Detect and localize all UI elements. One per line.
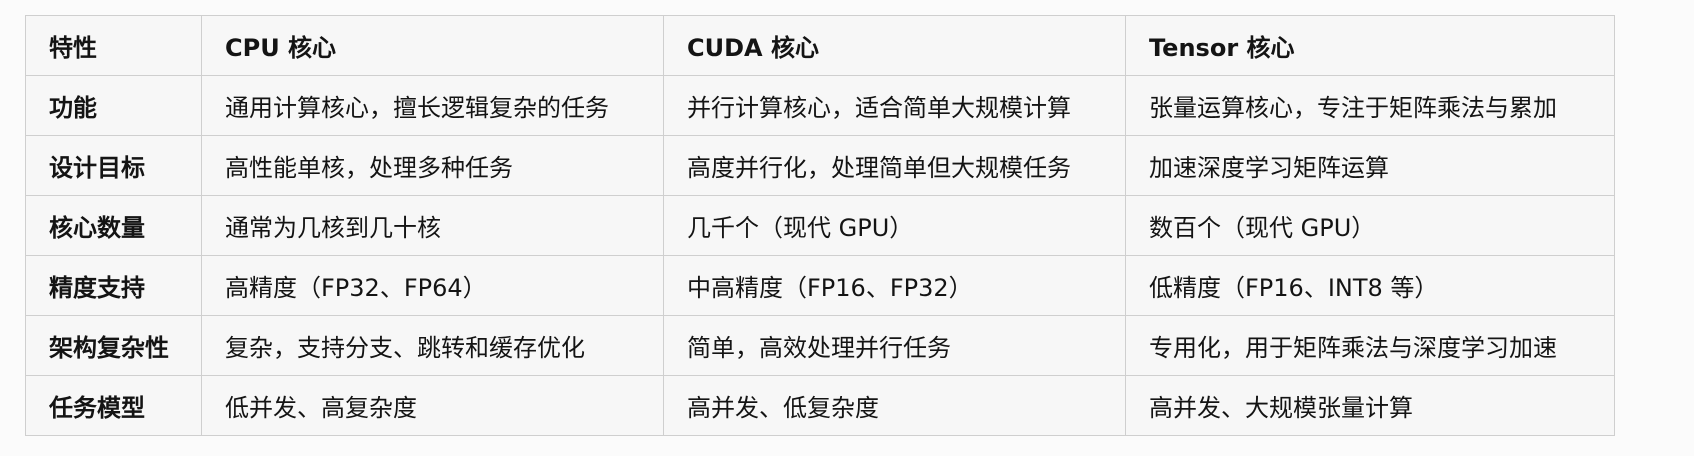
table-cell-tensor: 张量运算核心，专注于矩阵乘法与累加 [1125, 75, 1615, 136]
header-cell-cuda: CUDA 核心 [663, 15, 1126, 76]
table-header-row: 特性 CPU 核心 CUDA 核心 Tensor 核心 [25, 15, 1615, 76]
table-cell-tensor: 低精度（FP16、INT8 等） [1125, 255, 1615, 316]
table-row: 任务模型 低并发、高复杂度 高并发、低复杂度 高并发、大规模张量计算 [25, 375, 1615, 436]
table-cell-cuda: 高并发、低复杂度 [663, 375, 1126, 436]
table-cell-cuda: 高度并行化，处理简单但大规模任务 [663, 135, 1126, 196]
table-cell-cpu: 通用计算核心，擅长逻辑复杂的任务 [201, 75, 664, 136]
header-cell-cpu: CPU 核心 [201, 15, 664, 76]
table-cell-cuda: 几千个（现代 GPU） [663, 195, 1126, 256]
row-label: 架构复杂性 [25, 315, 202, 376]
row-label: 核心数量 [25, 195, 202, 256]
table-row: 核心数量 通常为几核到几十核 几千个（现代 GPU） 数百个（现代 GPU） [25, 195, 1615, 256]
table-cell-cpu: 通常为几核到几十核 [201, 195, 664, 256]
table-cell-cuda: 并行计算核心，适合简单大规模计算 [663, 75, 1126, 136]
table-cell-cuda: 中高精度（FP16、FP32） [663, 255, 1126, 316]
table-row: 功能 通用计算核心，擅长逻辑复杂的任务 并行计算核心，适合简单大规模计算 张量运… [25, 75, 1615, 136]
table-row: 精度支持 高精度（FP32、FP64） 中高精度（FP16、FP32） 低精度（… [25, 255, 1615, 316]
row-label: 任务模型 [25, 375, 202, 436]
header-cell-tensor: Tensor 核心 [1125, 15, 1615, 76]
row-label: 精度支持 [25, 255, 202, 316]
table-cell-tensor: 高并发、大规模张量计算 [1125, 375, 1615, 436]
table-cell-cpu: 低并发、高复杂度 [201, 375, 664, 436]
document-canvas: 特性 CPU 核心 CUDA 核心 Tensor 核心 功能 通用计算核心，擅长… [0, 0, 1694, 456]
table-cell-cpu: 高性能单核，处理多种任务 [201, 135, 664, 196]
table-cell-tensor: 加速深度学习矩阵运算 [1125, 135, 1615, 196]
header-cell-feature: 特性 [25, 15, 202, 76]
table-cell-tensor: 数百个（现代 GPU） [1125, 195, 1615, 256]
comparison-table: 特性 CPU 核心 CUDA 核心 Tensor 核心 功能 通用计算核心，擅长… [25, 15, 1615, 436]
table-cell-cpu: 高精度（FP32、FP64） [201, 255, 664, 316]
table-row: 架构复杂性 复杂，支持分支、跳转和缓存优化 简单，高效处理并行任务 专用化，用于… [25, 315, 1615, 376]
table-cell-cpu: 复杂，支持分支、跳转和缓存优化 [201, 315, 664, 376]
row-label: 设计目标 [25, 135, 202, 196]
table-cell-cuda: 简单，高效处理并行任务 [663, 315, 1126, 376]
table-row: 设计目标 高性能单核，处理多种任务 高度并行化，处理简单但大规模任务 加速深度学… [25, 135, 1615, 196]
row-label: 功能 [25, 75, 202, 136]
table-cell-tensor: 专用化，用于矩阵乘法与深度学习加速 [1125, 315, 1615, 376]
